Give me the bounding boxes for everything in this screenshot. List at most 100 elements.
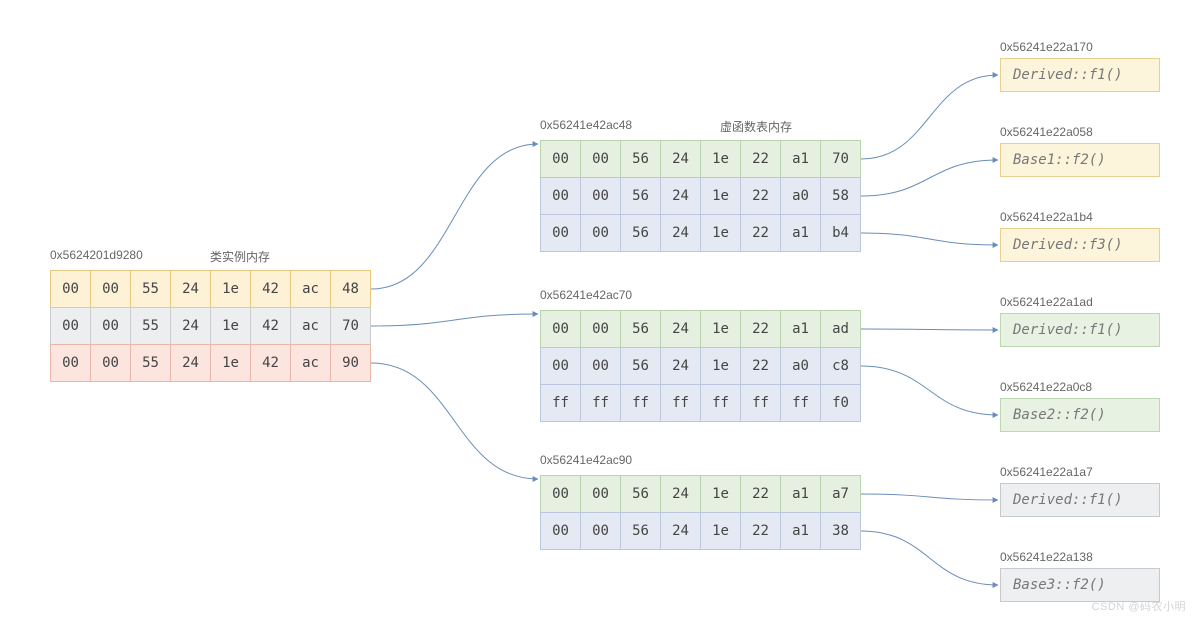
byte-cell: 00 [580,140,621,178]
vtable-2-address: 0x56241e42ac90 [540,453,632,467]
byte-cell: 42 [250,307,291,345]
byte-cell: ad [820,310,861,348]
byte-cell: 56 [620,310,661,348]
byte-cell: 00 [580,214,621,252]
byte-cell: ff [660,384,701,422]
byte-cell: 56 [620,347,661,385]
byte-cell: a1 [780,512,821,550]
byte-cell: 70 [330,307,371,345]
byte-cell: 1e [700,310,741,348]
byte-cell: 55 [130,344,171,382]
func-box-4: Base2::f2() [1000,398,1160,432]
byte-cell: 24 [660,310,701,348]
byte-cell: c8 [820,347,861,385]
byte-cell: 00 [50,307,91,345]
byte-cell: 00 [540,214,581,252]
byte-cell: ff [580,384,621,422]
byte-cell: a1 [780,214,821,252]
byte-cell: 22 [740,177,781,215]
byte-cell: 22 [740,214,781,252]
instance-row-1: 000055241e42ac70 [50,307,371,345]
byte-cell: 00 [580,310,621,348]
byte-cell: 56 [620,475,661,513]
byte-cell: 00 [50,344,91,382]
byte-cell: 55 [130,307,171,345]
func-box-5: Derived::f1() [1000,483,1160,517]
func-box-6: Base3::f2() [1000,568,1160,602]
byte-cell: ff [740,384,781,422]
byte-cell: 42 [250,344,291,382]
vtable-0-row-0: 000056241e22a170 [540,140,861,178]
byte-cell: 56 [620,177,661,215]
byte-cell: 00 [540,512,581,550]
vtable-2-row-1: 000056241e22a138 [540,512,861,550]
byte-cell: 00 [580,177,621,215]
byte-cell: 1e [210,307,251,345]
vtable-1-row-0: 000056241e22a1ad [540,310,861,348]
byte-cell: 24 [170,307,211,345]
byte-cell: 00 [540,310,581,348]
byte-cell: 1e [700,140,741,178]
byte-cell: ff [620,384,661,422]
func-box-1-address: 0x56241e22a058 [1000,125,1093,139]
byte-cell: 00 [540,475,581,513]
byte-cell: 56 [620,140,661,178]
byte-cell: 00 [540,347,581,385]
byte-cell: 00 [50,270,91,308]
byte-cell: 22 [740,512,781,550]
byte-cell: 00 [540,177,581,215]
byte-cell: a1 [780,140,821,178]
vtable-0-row-2: 000056241e22a1b4 [540,214,861,252]
byte-cell: f0 [820,384,861,422]
byte-cell: 38 [820,512,861,550]
byte-cell: 22 [740,475,781,513]
byte-cell: 24 [660,475,701,513]
byte-cell: 00 [90,344,131,382]
func-box-1: Base1::f2() [1000,143,1160,177]
vtable-0-address: 0x56241e42ac48 [540,118,632,132]
func-box-4-address: 0x56241e22a0c8 [1000,380,1092,394]
byte-cell: 24 [660,512,701,550]
vtable-1-address: 0x56241e42ac70 [540,288,632,302]
byte-cell: ac [290,344,331,382]
byte-cell: 55 [130,270,171,308]
byte-cell: 58 [820,177,861,215]
byte-cell: 1e [700,512,741,550]
byte-cell: 1e [700,347,741,385]
byte-cell: 00 [580,512,621,550]
byte-cell: 00 [580,475,621,513]
instance-row-0: 000055241e42ac48 [50,270,371,308]
byte-cell: a0 [780,347,821,385]
func-box-5-address: 0x56241e22a1a7 [1000,465,1093,479]
byte-cell: 1e [210,344,251,382]
byte-cell: 24 [660,347,701,385]
byte-cell: 24 [660,177,701,215]
byte-cell: 1e [210,270,251,308]
byte-cell: 22 [740,310,781,348]
instance-address: 0x5624201d9280 [50,248,143,262]
func-box-3: Derived::f1() [1000,313,1160,347]
byte-cell: 24 [660,140,701,178]
byte-cell: 70 [820,140,861,178]
byte-cell: a7 [820,475,861,513]
vtable-0-row-1: 000056241e22a058 [540,177,861,215]
vtable-1-row-1: 000056241e22a0c8 [540,347,861,385]
byte-cell: 1e [700,177,741,215]
byte-cell: ff [700,384,741,422]
byte-cell: ff [780,384,821,422]
vtable-0-label: 虚函数表内存 [720,118,792,135]
func-box-2-address: 0x56241e22a1b4 [1000,210,1093,224]
instance-label: 类实例内存 [210,248,270,265]
byte-cell: 56 [620,214,661,252]
byte-cell: ac [290,270,331,308]
byte-cell: 22 [740,347,781,385]
byte-cell: 42 [250,270,291,308]
byte-cell: a1 [780,475,821,513]
byte-cell: 22 [740,140,781,178]
byte-cell: 24 [170,270,211,308]
byte-cell: 48 [330,270,371,308]
byte-cell: 00 [540,140,581,178]
func-box-0: Derived::f1() [1000,58,1160,92]
byte-cell: 90 [330,344,371,382]
vtable-1-row-2: fffffffffffffff0 [540,384,861,422]
